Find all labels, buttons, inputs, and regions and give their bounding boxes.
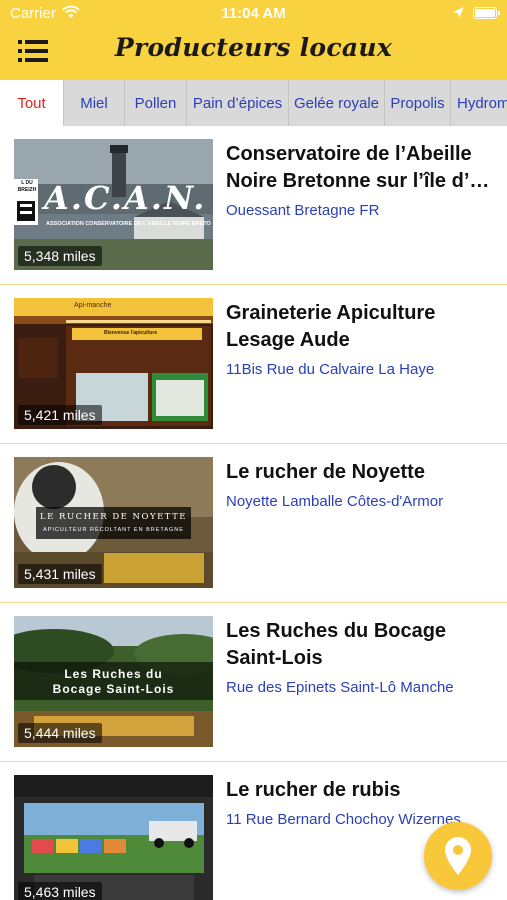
- producer-title-line1: Les Ruches du Bocage: [226, 620, 447, 642]
- distance-badge: 5,348 miles: [18, 246, 102, 266]
- producer-title: Les Ruches du Bocage Saint-Lois: [226, 618, 496, 672]
- producer-thumbnail: LE RUCHER DE NOYETTE APICULTEUR RÉCOLTAN…: [14, 457, 213, 588]
- producer-title: Graineterie Apiculture Lesage Aude: [226, 300, 496, 354]
- producer-address[interactable]: Ouessant Bretagne FR: [226, 202, 501, 219]
- producer-title-line1: Le rucher de Noyette: [226, 461, 425, 483]
- thumb-logo-text: LE RUCHER DE NOYETTE: [40, 512, 187, 522]
- status-time: 11:04 AM: [221, 5, 286, 22]
- map-button[interactable]: [424, 822, 492, 890]
- thumb-logo-text: A.C.A.N.: [44, 179, 207, 217]
- producer-title-line1: Graineterie Apiculture: [226, 302, 436, 324]
- producer-title: Le rucher de Noyette: [226, 459, 496, 486]
- producer-thumbnail: Api-manche Bienvenue l'apiculture 5,421 …: [14, 298, 213, 429]
- category-tabs: Tout Miel Pollen Pain d’épices Gelée roy…: [0, 80, 507, 126]
- producer-title-line2: Saint-Lois: [226, 647, 323, 669]
- distance-badge: 5,463 miles: [18, 882, 102, 900]
- producer-title-line2: Lesage Aude: [226, 329, 350, 351]
- status-bar: Carrier 11:04 AM: [0, 0, 507, 28]
- producer-thumbnail: L DU BREIZH A.C.A.N. ASSOCIATION CONSERV…: [14, 139, 213, 270]
- producer-row[interactable]: LE RUCHER DE NOYETTE APICULTEUR RÉCOLTAN…: [0, 444, 507, 603]
- map-pin-icon: [445, 837, 471, 875]
- producer-row[interactable]: Api-manche Bienvenue l'apiculture 5,421 …: [0, 285, 507, 444]
- tab-miel[interactable]: Miel: [64, 80, 125, 126]
- app-header: Carrier 11:04 AM Producteurs locaux: [0, 0, 507, 80]
- thumb-subtext: Bocage Saint-Lois: [52, 682, 175, 696]
- tab-propolis[interactable]: Propolis: [385, 80, 451, 126]
- producer-row[interactable]: L DU BREIZH A.C.A.N. ASSOCIATION CONSERV…: [0, 126, 507, 285]
- tab-pain-d-epices[interactable]: Pain d’épices: [187, 80, 289, 126]
- producer-title: Conservatoire de l’Abeille Noire Bretonn…: [226, 141, 496, 195]
- producer-title-line2: Noire Bretonne sur l’île d’…: [226, 170, 490, 192]
- tab-hydromel[interactable]: Hydrom: [451, 80, 507, 126]
- producer-address[interactable]: Noyette Lamballe Côtes-d'Armor: [226, 493, 501, 510]
- producer-list: L DU BREIZH A.C.A.N. ASSOCIATION CONSERV…: [0, 126, 507, 900]
- thumb-badge: L DU BREIZH: [17, 180, 37, 193]
- tab-tout[interactable]: Tout: [0, 80, 64, 126]
- thumb-logo-text: Api-manche: [74, 302, 112, 309]
- producer-address[interactable]: Rue des Epinets Saint-Lô Manche: [226, 679, 501, 696]
- distance-badge: 5,431 miles: [18, 564, 102, 584]
- producer-title-line1: Le rucher de rubis: [226, 779, 401, 801]
- page-title: Producteurs locaux: [114, 33, 393, 62]
- thumb-subtext: Bienvenue l'apiculture: [104, 330, 158, 336]
- distance-badge: 5,444 miles: [18, 723, 102, 743]
- producer-thumbnail: Les Ruches du Bocage Saint-Lois 5,444 mi…: [14, 616, 213, 747]
- tab-pollen[interactable]: Pollen: [125, 80, 187, 126]
- battery-icon: [473, 7, 500, 19]
- producer-row[interactable]: Les Ruches du Bocage Saint-Lois 5,444 mi…: [0, 603, 507, 762]
- thumb-subtext: ASSOCIATION CONSERVATOIRE DE L'ABEILLE N…: [46, 221, 211, 227]
- producer-title: Le rucher de rubis: [226, 777, 496, 804]
- tab-gelee-royale[interactable]: Gelée royale: [289, 80, 385, 126]
- producer-row[interactable]: 5,463 miles Le rucher de rubis 11 Rue Be…: [0, 762, 507, 900]
- thumb-subtext: APICULTEUR RÉCOLTANT EN BRETAGNE: [43, 527, 184, 533]
- distance-badge: 5,421 miles: [18, 405, 102, 425]
- producer-address[interactable]: 11Bis Rue du Calvaire La Haye: [226, 361, 501, 378]
- thumb-logo-text: Les Ruches du: [64, 667, 163, 681]
- producer-thumbnail: 5,463 miles: [14, 775, 213, 900]
- location-arrow-icon: [453, 7, 464, 18]
- producer-title-line1: Conservatoire de l’Abeille: [226, 143, 472, 165]
